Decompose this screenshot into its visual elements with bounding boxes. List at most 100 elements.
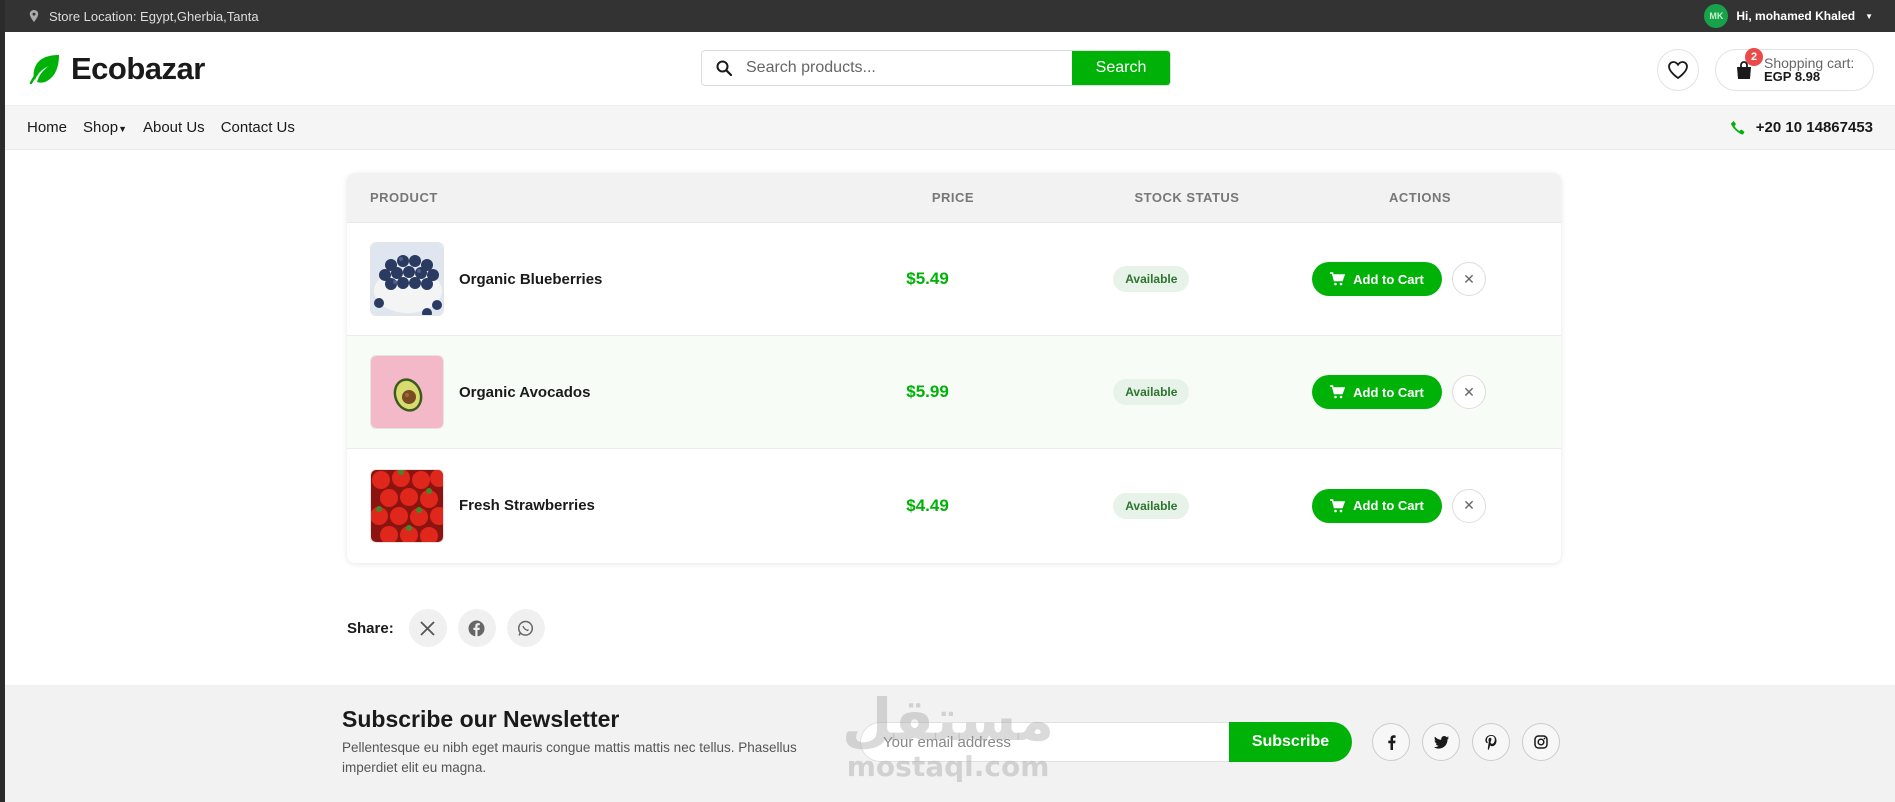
cart-summary: Shopping cart: EGP 8.98 [1764,56,1854,84]
nav-item-about[interactable]: About Us [143,119,205,136]
share-facebook-button[interactable] [457,609,496,647]
product-price: $4.49 [906,495,949,515]
nav-item-shop[interactable]: Shop▼ [83,119,127,136]
price-cell: $4.49 [864,496,990,516]
close-icon: ✕ [1463,383,1475,400]
add-to-cart-label: Add to Cart [1353,498,1424,513]
column-header-price: PRICE [931,190,975,205]
search-input[interactable] [746,51,1072,85]
shopping-bag-icon: 2 [1734,48,1763,80]
wishlist-table: PRODUCT PRICE STOCK STATUS ACTIONS Organ… [347,173,1561,563]
product-cell: Fresh Strawberries [347,468,864,543]
product-price: $5.99 [906,382,949,401]
stock-cell: Available [991,492,1312,519]
facebook-icon [468,620,485,637]
user-menu[interactable]: MK Hi, mohamed Khaled ▼ [1704,4,1873,28]
column-header-product: PRODUCT [370,190,438,205]
search-button[interactable]: Search [1072,51,1170,85]
heart-icon [1668,61,1688,79]
add-to-cart-button[interactable]: Add to Cart [1312,375,1442,409]
logo[interactable]: Ecobazar [29,51,205,87]
social-twitter-link[interactable] [1422,723,1460,761]
column-header-actions: ACTIONS [1389,190,1451,205]
table-row: Organic Blueberries $5.49 Available Add … [347,223,1561,336]
whatsapp-icon [518,620,534,636]
cart-icon [1330,272,1346,286]
stock-status-badge: Available [1113,492,1190,519]
close-icon: ✕ [1463,497,1475,513]
instagram-icon [1534,735,1548,749]
newsletter-title: Subscribe our Newsletter [342,706,620,732]
newsletter-text: Pellentesque eu nibh eget mauris congue … [342,740,797,775]
logo-text: Ecobazar [71,50,205,86]
remove-item-button[interactable]: ✕ [1452,488,1486,523]
phone-number: +20 10 14867453 [1755,119,1873,136]
cart-total: EGP 8.98 [1764,69,1821,84]
share-label: Share: [347,619,394,637]
stock-status-badge: Available [1113,379,1190,405]
price-cell: $5.99 [864,382,990,402]
share-whatsapp-button[interactable] [506,609,545,647]
actions-cell: Add to Cart ✕ [1312,375,1509,409]
cart-icon [1330,498,1346,512]
remove-item-button[interactable]: ✕ [1452,262,1486,296]
twitter-icon [1433,735,1449,749]
cart-count-badge: 2 [1745,48,1763,66]
page: Store Location: Egypt,Gherbia,Tanta MK H… [0,0,1895,802]
actions-cell: Add to Cart ✕ [1312,488,1509,523]
newsletter-section: Subscribe our Newsletter Pellentesque eu… [5,685,1895,802]
social-instagram-link[interactable] [1522,723,1560,761]
search-icon [702,51,746,85]
table-row: Organic Avocados $5.99 Available Add to … [347,336,1561,449]
phone-icon [1730,120,1745,134]
add-to-cart-button[interactable]: Add to Cart [1312,488,1442,523]
avatar: MK [1704,4,1729,28]
leaf-logo-icon [29,54,59,84]
nav-item-contact[interactable]: Contact Us [221,119,295,136]
table-header: PRODUCT PRICE STOCK STATUS ACTIONS [347,173,1561,223]
nav-links: Home Shop▼ About Us Contact Us [27,119,295,136]
product-name[interactable]: Fresh Strawberries [459,497,595,514]
close-icon: ✕ [1463,270,1475,287]
product-cell: Organic Avocados [347,355,864,429]
search-bar: Search [701,50,1171,86]
email-field[interactable] [860,722,1229,762]
nav-item-home[interactable]: Home [27,119,67,136]
product-name[interactable]: Organic Avocados [459,384,590,401]
location-pin-icon [29,10,39,22]
share-bar: Share: [347,609,545,647]
nav-item-shop-label: Shop [83,119,119,136]
main-nav: Home Shop▼ About Us Contact Us +20 10 14… [5,106,1895,150]
social-links [1372,723,1560,761]
product-image-strawberries[interactable] [370,468,444,543]
phone-contact[interactable]: +20 10 14867453 [1730,119,1873,136]
newsletter-form: Subscribe [860,722,1352,762]
stock-status-badge: Available [1113,266,1190,292]
social-facebook-link[interactable] [1372,723,1410,761]
product-image-blueberries[interactable] [370,242,444,316]
column-header-stock: STOCK STATUS [1134,190,1240,205]
pinterest-icon [1485,734,1497,750]
add-to-cart-label: Add to Cart [1353,271,1424,287]
store-location-text: Store Location: Egypt,Gherbia,Tanta [49,8,259,24]
stock-cell: Available [991,266,1312,292]
subscribe-button[interactable]: Subscribe [1229,722,1352,762]
store-location: Store Location: Egypt,Gherbia,Tanta [29,9,259,24]
cart-button[interactable]: 2 Shopping cart: EGP 8.98 [1715,48,1874,91]
add-to-cart-label: Add to Cart [1353,384,1424,400]
product-name[interactable]: Organic Blueberries [459,271,602,288]
stock-cell: Available [991,379,1312,405]
header: Ecobazar Search 2 Shopping cart: EGP 8.9… [5,32,1895,106]
share-x-button[interactable] [408,609,447,647]
wishlist-button[interactable] [1657,49,1699,91]
add-to-cart-button[interactable]: Add to Cart [1312,262,1442,296]
user-greeting: Hi, mohamed Khaled [1736,9,1856,23]
facebook-icon [1387,734,1396,750]
cart-label: Shopping cart: [1764,55,1855,71]
product-price: $5.49 [906,269,949,288]
table-row: Fresh Strawberries $4.49 Available Add t… [347,449,1561,562]
product-image-avocados[interactable] [370,355,444,429]
price-cell: $5.49 [864,269,990,289]
social-pinterest-link[interactable] [1472,723,1510,761]
remove-item-button[interactable]: ✕ [1452,375,1486,409]
